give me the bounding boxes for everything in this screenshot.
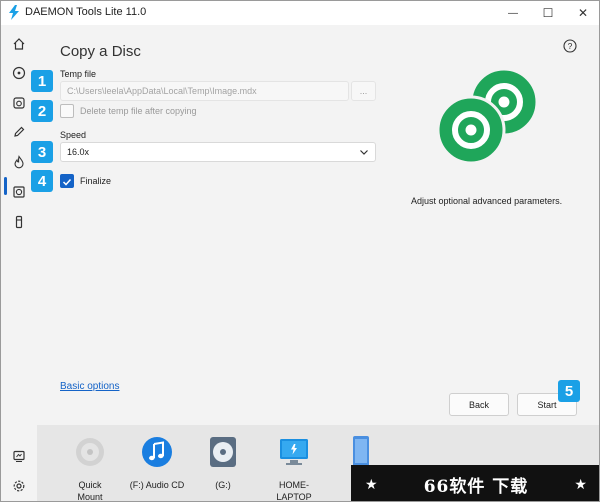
step-badge-1: 1 <box>31 70 53 92</box>
drive-quick-mount[interactable]: Quick Mount <box>55 435 125 502</box>
finalize-checkbox[interactable] <box>60 174 74 188</box>
help-glyph: ? <box>568 41 573 51</box>
star-icon: ★ <box>365 475 378 492</box>
chevron-down-icon <box>360 150 368 155</box>
sidebar-item-usb[interactable] <box>9 212 29 232</box>
page-title: Copy a Disc <box>60 43 141 60</box>
temp-file-input[interactable]: C:\Users\leela\AppData\Local\Temp\Image.… <box>60 81 349 101</box>
speed-label: Speed <box>60 130 87 140</box>
sidebar-item-write[interactable] <box>9 122 29 142</box>
sidebar-active-indicator <box>4 177 7 195</box>
drive-label-quick-mount: Quick Mount <box>77 480 103 502</box>
copy-disc-illustration-icon <box>436 67 539 165</box>
laptop-icon <box>280 439 308 465</box>
disc-folder-icon <box>13 97 25 109</box>
disc-plus-icon <box>12 66 26 80</box>
site-watermark: ★ 66软件 下载 ★ <box>351 465 599 501</box>
basic-options-link[interactable]: Basic options <box>60 381 119 392</box>
star-icon: ★ <box>574 475 587 492</box>
sidebar-item-home[interactable] <box>9 34 29 54</box>
help-icon[interactable]: ? <box>563 39 577 53</box>
disc-drive-icon <box>13 186 25 198</box>
app-window: DAEMON Tools Lite 11.0 — ☐ ✕ Copy a Disc… <box>0 0 600 502</box>
quick-mount-icon <box>76 438 104 466</box>
android-device-icon <box>353 436 369 468</box>
delete-temp-checkbox[interactable] <box>60 104 74 118</box>
close-button[interactable]: ✕ <box>568 1 598 25</box>
maximize-button[interactable]: ☐ <box>533 1 563 25</box>
daemon-logo-icon <box>9 5 19 20</box>
drive-label-home-laptop: HOME- LAPTOP <box>276 480 312 502</box>
gear-icon <box>13 480 25 492</box>
music-note-icon <box>142 437 172 467</box>
close-icon: ✕ <box>577 6 589 20</box>
speed-value: 16.0x <box>67 147 90 157</box>
speed-select[interactable]: 16.0x <box>60 142 376 162</box>
finalize-label: Finalize <box>80 176 112 186</box>
minimize-icon: — <box>508 7 518 19</box>
drive-label-g: (G:) <box>215 480 231 490</box>
drive-audio-cd[interactable]: (F:) Audio CD <box>122 435 192 491</box>
sidebar-item-settings[interactable] <box>9 476 29 496</box>
check-icon <box>62 178 72 186</box>
maximize-icon: ☐ <box>542 6 554 20</box>
sidebar-item-burn[interactable] <box>9 152 29 172</box>
back-button[interactable]: Back <box>449 393 509 416</box>
step-badge-2: 2 <box>31 100 53 122</box>
step-badge-5: 5 <box>558 380 580 402</box>
hint-text: Adjust optional advanced parameters. <box>411 196 563 206</box>
window-title: DAEMON Tools Lite 11.0 <box>25 6 147 18</box>
step-badge-3: 3 <box>31 141 53 163</box>
dvd-drive-icon <box>210 437 236 467</box>
sidebar-item-virtual-hdd[interactable] <box>9 182 29 202</box>
media-icon <box>13 450 25 462</box>
minimize-button[interactable]: — <box>498 1 528 25</box>
drive-label-audio-cd: (F:) Audio CD <box>129 480 185 490</box>
sidebar-item-news[interactable] <box>9 446 29 466</box>
drive-home-laptop[interactable]: HOME- LAPTOP <box>259 435 329 502</box>
title-bar: DAEMON Tools Lite 11.0 — ☐ ✕ <box>1 1 599 25</box>
drive-g[interactable]: (G:) <box>188 435 258 491</box>
pencil-icon <box>14 126 25 137</box>
sidebar-item-add-image[interactable] <box>9 63 29 83</box>
sidebar <box>1 25 37 501</box>
flame-icon <box>14 155 24 169</box>
browse-button[interactable]: ... <box>351 81 376 101</box>
usb-icon <box>15 215 23 229</box>
temp-file-label: Temp file <box>60 69 97 79</box>
home-icon <box>13 38 25 50</box>
sidebar-item-images[interactable] <box>9 93 29 113</box>
step-badge-4: 4 <box>31 170 53 192</box>
copy-disc-panel: Copy a Disc ? 1 Temp file C:\Users\leela… <box>31 25 599 425</box>
watermark-text: 66软件 下载 <box>423 476 529 497</box>
delete-temp-label: Delete temp file after copying <box>80 106 197 116</box>
